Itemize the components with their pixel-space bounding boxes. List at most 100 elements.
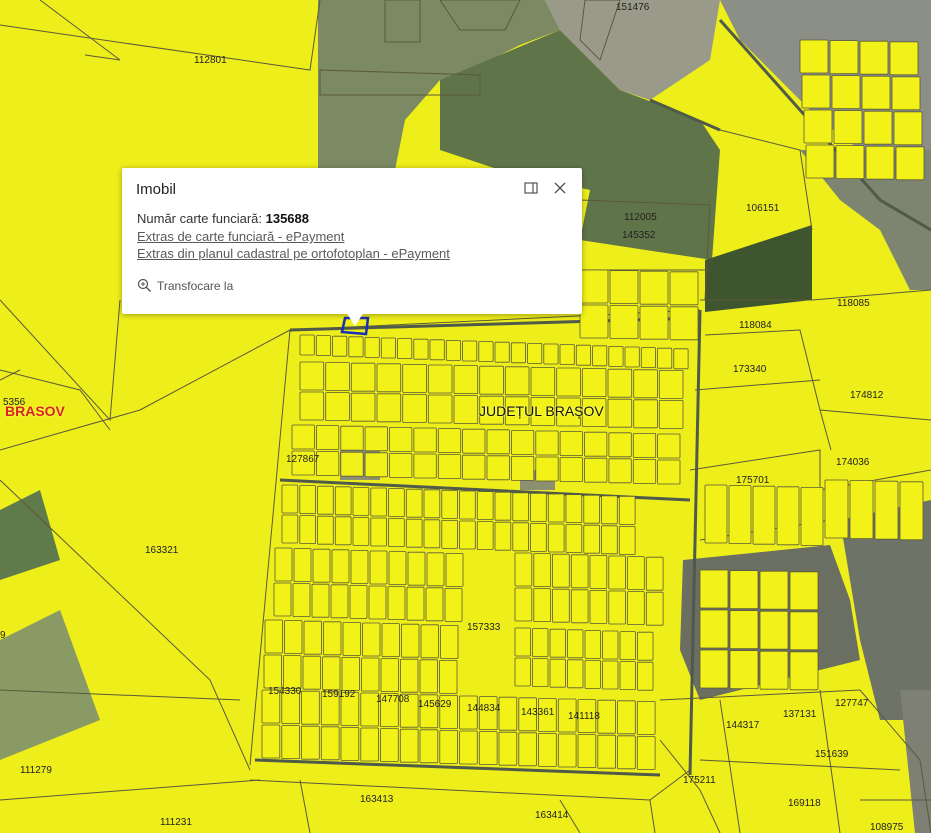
lot bbox=[299, 361, 325, 391]
lot bbox=[608, 345, 624, 367]
lot bbox=[729, 610, 759, 649]
lot bbox=[597, 699, 616, 734]
lot bbox=[478, 731, 498, 765]
lot bbox=[510, 429, 535, 455]
lot bbox=[281, 484, 299, 514]
lot bbox=[370, 487, 387, 517]
parcel-label: 145629 bbox=[418, 699, 452, 710]
lot bbox=[368, 585, 387, 620]
lot bbox=[863, 110, 893, 145]
lot bbox=[874, 480, 899, 540]
zoom-to-button[interactable]: Transfocare la bbox=[137, 278, 233, 293]
lot bbox=[669, 306, 699, 341]
lot bbox=[389, 452, 413, 478]
lot bbox=[673, 348, 689, 370]
close-button[interactable] bbox=[552, 180, 568, 196]
lot bbox=[291, 424, 315, 450]
lot bbox=[617, 700, 636, 735]
lot bbox=[512, 492, 529, 522]
lot bbox=[549, 628, 566, 658]
lot bbox=[426, 552, 445, 587]
lot bbox=[494, 341, 510, 363]
cf-number-row: Număr carte funciară: 135688 bbox=[137, 211, 309, 226]
lot bbox=[323, 621, 342, 656]
lot bbox=[462, 454, 486, 480]
lot bbox=[776, 486, 800, 546]
lot bbox=[441, 489, 458, 519]
zoom-to-label: Transfocare la bbox=[157, 278, 234, 293]
lot bbox=[601, 525, 618, 555]
lot bbox=[400, 658, 419, 693]
lot bbox=[510, 455, 535, 481]
lot bbox=[494, 491, 512, 521]
lot bbox=[552, 553, 570, 588]
lot bbox=[462, 428, 486, 454]
lot bbox=[413, 338, 429, 360]
lot bbox=[380, 658, 399, 692]
parcel-label: 127867 bbox=[286, 454, 320, 465]
lot bbox=[584, 431, 608, 457]
lot bbox=[399, 728, 419, 763]
lot bbox=[444, 588, 463, 622]
lot bbox=[462, 340, 478, 362]
parcel-label: 169118 bbox=[788, 798, 821, 809]
lot bbox=[283, 655, 302, 689]
lot bbox=[699, 649, 729, 689]
lot bbox=[637, 661, 654, 691]
extras-plan-link[interactable]: Extras din planul cadastral pe ortofotop… bbox=[137, 246, 450, 261]
lot bbox=[301, 725, 320, 760]
parcel-label: 151639 bbox=[815, 749, 849, 760]
lot bbox=[559, 344, 575, 366]
lot bbox=[584, 630, 601, 659]
lot bbox=[729, 650, 759, 689]
lot bbox=[476, 521, 494, 550]
lot bbox=[388, 551, 407, 585]
lot bbox=[636, 736, 656, 770]
lot bbox=[584, 660, 601, 689]
lot bbox=[437, 428, 462, 454]
lot bbox=[579, 269, 609, 304]
lot bbox=[322, 656, 341, 691]
extras-cf-link[interactable]: Extras de carte funciară - ePayment bbox=[137, 229, 344, 244]
lot bbox=[348, 336, 364, 358]
lot bbox=[320, 726, 340, 761]
lot bbox=[364, 452, 388, 478]
lot bbox=[699, 609, 729, 649]
lot bbox=[549, 658, 566, 688]
parcel-label: 106151 bbox=[746, 203, 780, 214]
lot bbox=[608, 555, 626, 590]
dock-button[interactable] bbox=[523, 180, 539, 196]
lot bbox=[589, 590, 608, 624]
lot bbox=[759, 650, 789, 690]
lot bbox=[570, 589, 589, 624]
lot bbox=[801, 74, 831, 109]
lot bbox=[589, 555, 608, 589]
lot bbox=[340, 425, 364, 451]
lot bbox=[388, 518, 405, 547]
parcel-label: 108975 bbox=[870, 822, 904, 833]
lot bbox=[361, 657, 380, 692]
lot bbox=[865, 145, 895, 180]
identify-popup: Imobil Număr carte funciară: 135688 Extr… bbox=[122, 168, 582, 314]
lot bbox=[264, 619, 283, 654]
lot bbox=[299, 485, 316, 515]
lot bbox=[789, 651, 819, 691]
lot bbox=[633, 399, 658, 429]
lot bbox=[619, 661, 636, 690]
lot bbox=[575, 344, 591, 366]
lot bbox=[405, 488, 423, 518]
lot bbox=[579, 304, 609, 339]
lot bbox=[645, 556, 664, 591]
lot bbox=[602, 660, 619, 690]
lot bbox=[632, 432, 657, 458]
lot bbox=[406, 586, 425, 621]
lot bbox=[453, 365, 479, 395]
lot bbox=[514, 587, 533, 622]
city-label: BRASOV bbox=[5, 403, 65, 419]
lot bbox=[311, 583, 330, 618]
lot bbox=[849, 480, 874, 540]
lot bbox=[602, 630, 619, 660]
lot bbox=[584, 457, 608, 483]
lot bbox=[380, 337, 396, 359]
parcel-label: 127747 bbox=[835, 698, 869, 709]
